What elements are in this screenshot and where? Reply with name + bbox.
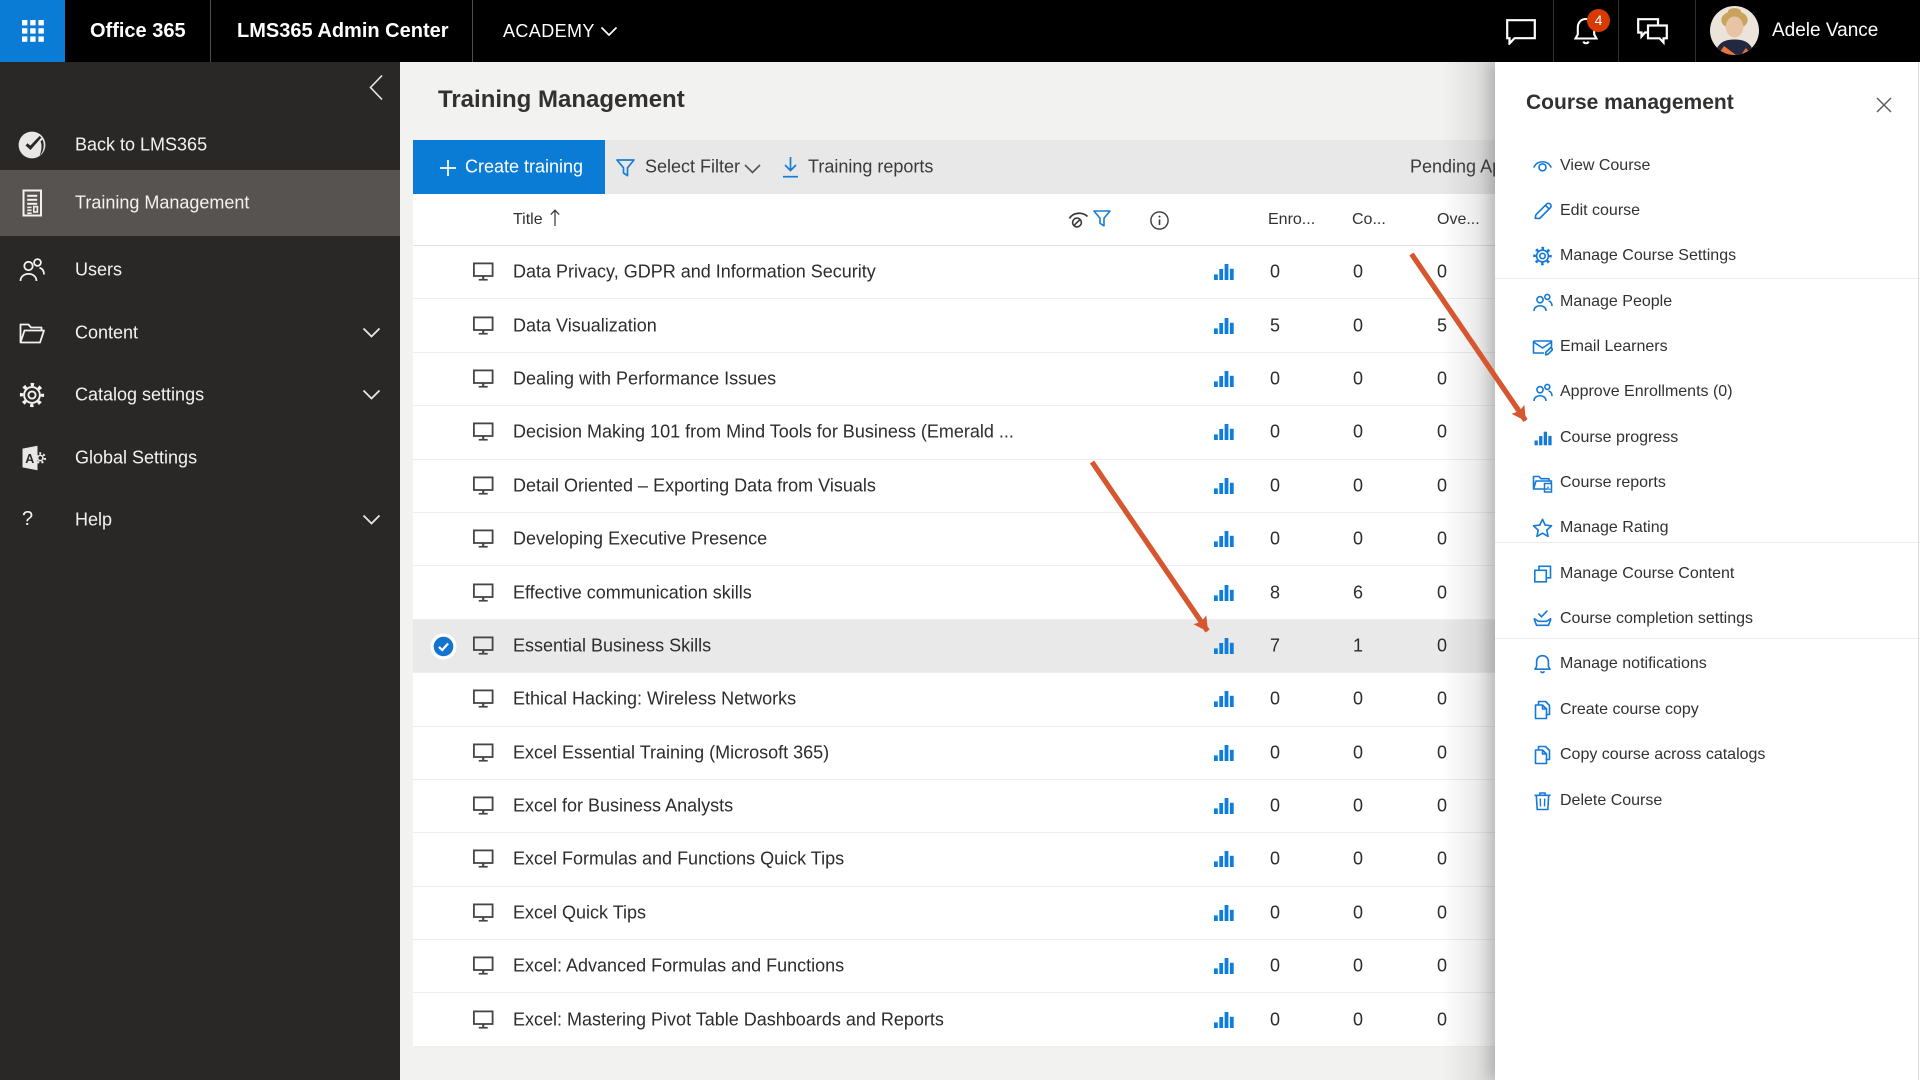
svg-text:A: A [25,452,34,466]
